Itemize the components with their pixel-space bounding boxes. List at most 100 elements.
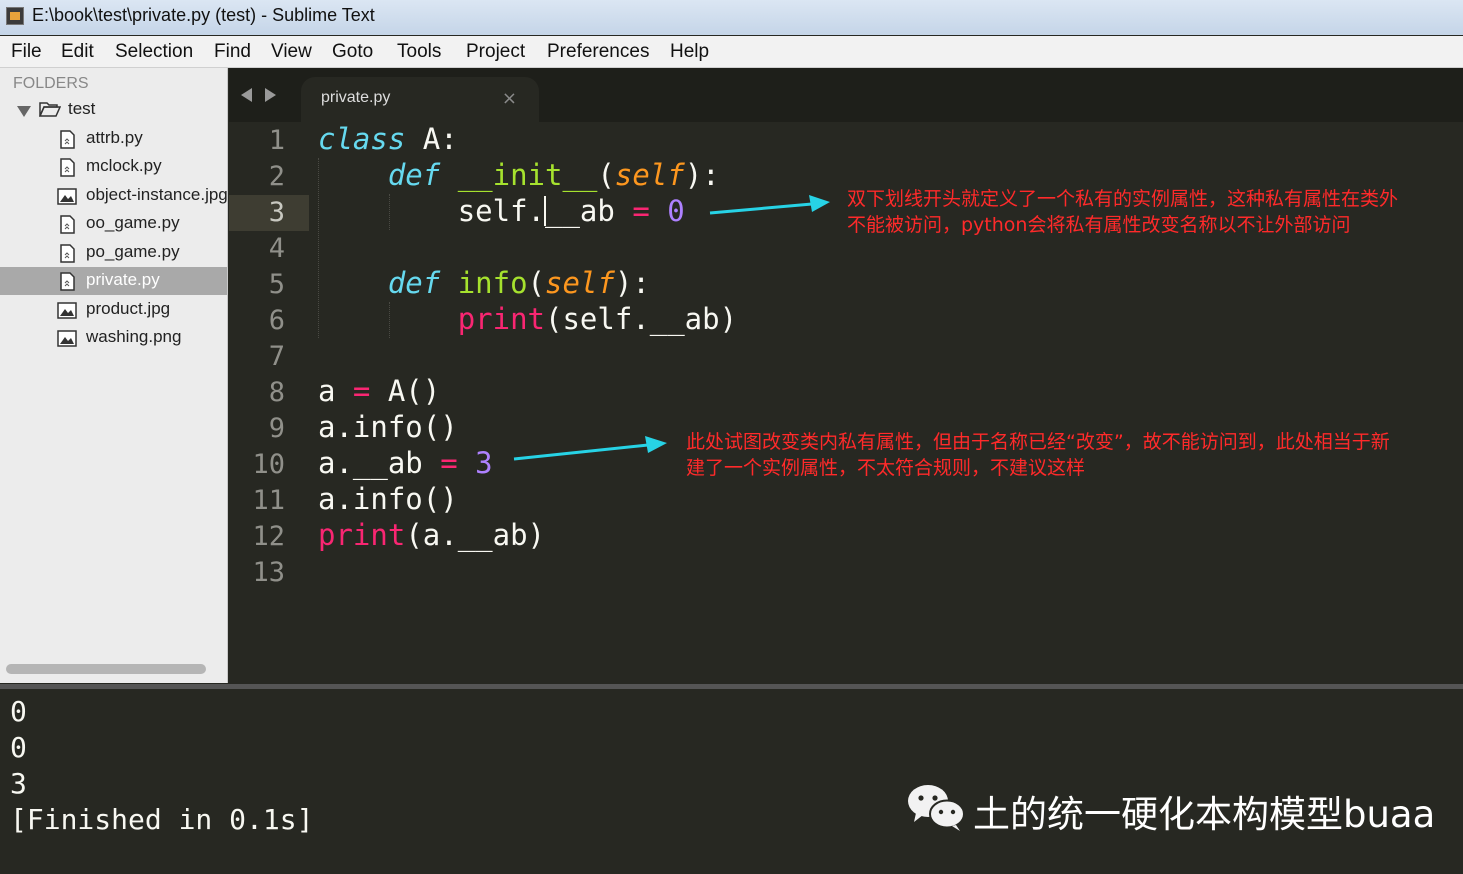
menu-tools[interactable]: Tools [397, 41, 441, 63]
sidebar-file-item[interactable]: attrb.py [0, 125, 227, 153]
sidebar-file-item[interactable]: washing.png [0, 324, 227, 352]
sidebar-file-item-selected[interactable]: private.py [0, 267, 227, 295]
chevron-down-icon[interactable] [17, 106, 31, 117]
code-text: self. [457, 194, 545, 228]
folder-open-icon [39, 102, 61, 117]
builtin-print: print [457, 302, 545, 336]
menu-find[interactable]: Find [214, 41, 251, 63]
keyword-def: def [387, 158, 441, 192]
line-number: 8 [268, 377, 285, 408]
line-number: 2 [268, 161, 285, 192]
code-line-2: def __init__(self): [318, 158, 720, 192]
file-name: po_game.py [86, 242, 180, 261]
tab-bar: private.py × [229, 68, 1463, 123]
tab-nav-right-icon[interactable] [265, 88, 276, 102]
image-file-icon [57, 188, 77, 205]
number-literal: 0 [667, 194, 685, 228]
folders-header: FOLDERS [13, 75, 89, 92]
title-bar: E:\book\test\private.py (test) - Sublime… [0, 0, 1463, 35]
window-title: E:\book\test\private.py (test) - Sublime… [32, 5, 375, 25]
line-number: 5 [268, 269, 285, 300]
annotation-line: 此处试图改变类内私有属性，但由于名称已经“改变”，故不能访问到，此处相当于新 [686, 431, 1390, 453]
code-line-12: print(a.__ab) [318, 518, 545, 552]
code-text: a.__ab [318, 446, 441, 480]
tab-private-py[interactable]: private.py × [301, 77, 539, 123]
file-name: oo_game.py [86, 213, 180, 232]
file-icon [60, 158, 75, 177]
line-number: 10 [252, 449, 285, 480]
keyword-def: def [387, 266, 441, 300]
folder-test[interactable]: test [68, 99, 95, 119]
sidebar-file-item[interactable]: object-instance.jpg [0, 182, 228, 210]
line-number: 7 [268, 341, 285, 372]
operator: = [352, 374, 371, 408]
sidebar-file-item[interactable]: oo_game.py [0, 210, 227, 238]
file-name: object-instance.jpg [86, 185, 228, 204]
output-line: 0 [10, 695, 27, 728]
menu-bar: File Edit Selection Find View Goto Tools… [0, 36, 1463, 68]
menu-selection[interactable]: Selection [115, 41, 193, 63]
annotation-private-attribute: 双下划线开头就定义了一个私有的实例属性，这种私有属性在类外 不能被访问，pyth… [847, 186, 1398, 238]
close-icon[interactable]: × [502, 88, 517, 109]
line-number: 11 [252, 485, 285, 516]
menu-help[interactable]: Help [670, 41, 709, 63]
code-line-8: a = A() [318, 374, 440, 408]
menu-preferences[interactable]: Preferences [547, 41, 649, 63]
parameter: self [545, 266, 615, 300]
image-file-icon [57, 330, 77, 347]
sidebar-horizontal-scrollbar[interactable] [6, 664, 206, 674]
output-line-finished: [Finished in 0.1s] [10, 803, 314, 836]
line-number: 1 [268, 125, 285, 156]
builtin-print: print [318, 518, 406, 552]
code-text: ( [527, 266, 546, 300]
image-file-icon [57, 302, 77, 319]
line-number: 6 [268, 305, 285, 336]
code-line-5: def info(self): [318, 266, 650, 300]
code-line-3: self.__ab = 0 [318, 194, 685, 228]
line-number: 13 [252, 557, 285, 588]
code-line-1: class A: [318, 122, 458, 156]
watermark: 土的统一硬化本构模型buaa [906, 782, 1435, 840]
operator: = [440, 446, 458, 480]
line-number: 4 [268, 233, 285, 264]
menu-view[interactable]: View [271, 41, 312, 63]
sidebar-file-item[interactable]: po_game.py [0, 239, 227, 267]
code-text: __ab [545, 194, 615, 228]
code-text: A() [370, 374, 441, 408]
tab-label: private.py [321, 89, 391, 106]
menu-file[interactable]: File [11, 41, 42, 63]
sidebar: FOLDERS test attrb.py mclock.py object-i… [0, 68, 228, 683]
annotation-line: 建了一个实例属性，不太符合规则，不建议这样 [686, 457, 1086, 479]
file-icon [60, 272, 75, 291]
output-line: 0 [10, 731, 27, 764]
wechat-icon [908, 785, 965, 831]
tab-nav-left-icon[interactable] [241, 88, 252, 102]
file-name: mclock.py [86, 156, 162, 175]
output-line: 3 [10, 767, 27, 800]
sidebar-file-item[interactable]: product.jpg [0, 296, 227, 324]
code-text: ): [614, 266, 650, 300]
code-line-9: a.info() [318, 410, 458, 444]
menu-edit[interactable]: Edit [61, 41, 94, 63]
line-number: 9 [268, 413, 285, 444]
menu-goto[interactable]: Goto [332, 41, 373, 63]
sublime-app-icon [6, 7, 24, 25]
build-output-panel[interactable]: 0 0 3 [Finished in 0.1s] [0, 684, 1463, 874]
function-name: info [457, 266, 528, 300]
code-line-6: print(self.__ab) [318, 302, 737, 336]
code-text: A: [405, 122, 458, 156]
file-icon [60, 215, 75, 234]
keyword-class: class [318, 122, 406, 156]
sidebar-file-item[interactable]: mclock.py [0, 153, 227, 181]
menu-project[interactable]: Project [466, 41, 525, 63]
file-name: attrb.py [86, 128, 143, 147]
function-name: __init__ [457, 158, 598, 192]
annotation-line: 不能被访问，python会将私有属性改变名称以不让外部访问 [847, 214, 1351, 236]
code-line-10: a.__ab = 3 [318, 446, 493, 480]
operator: = [632, 194, 650, 228]
code-text: (self.__ab) [545, 302, 738, 336]
line-number: 12 [252, 521, 285, 552]
